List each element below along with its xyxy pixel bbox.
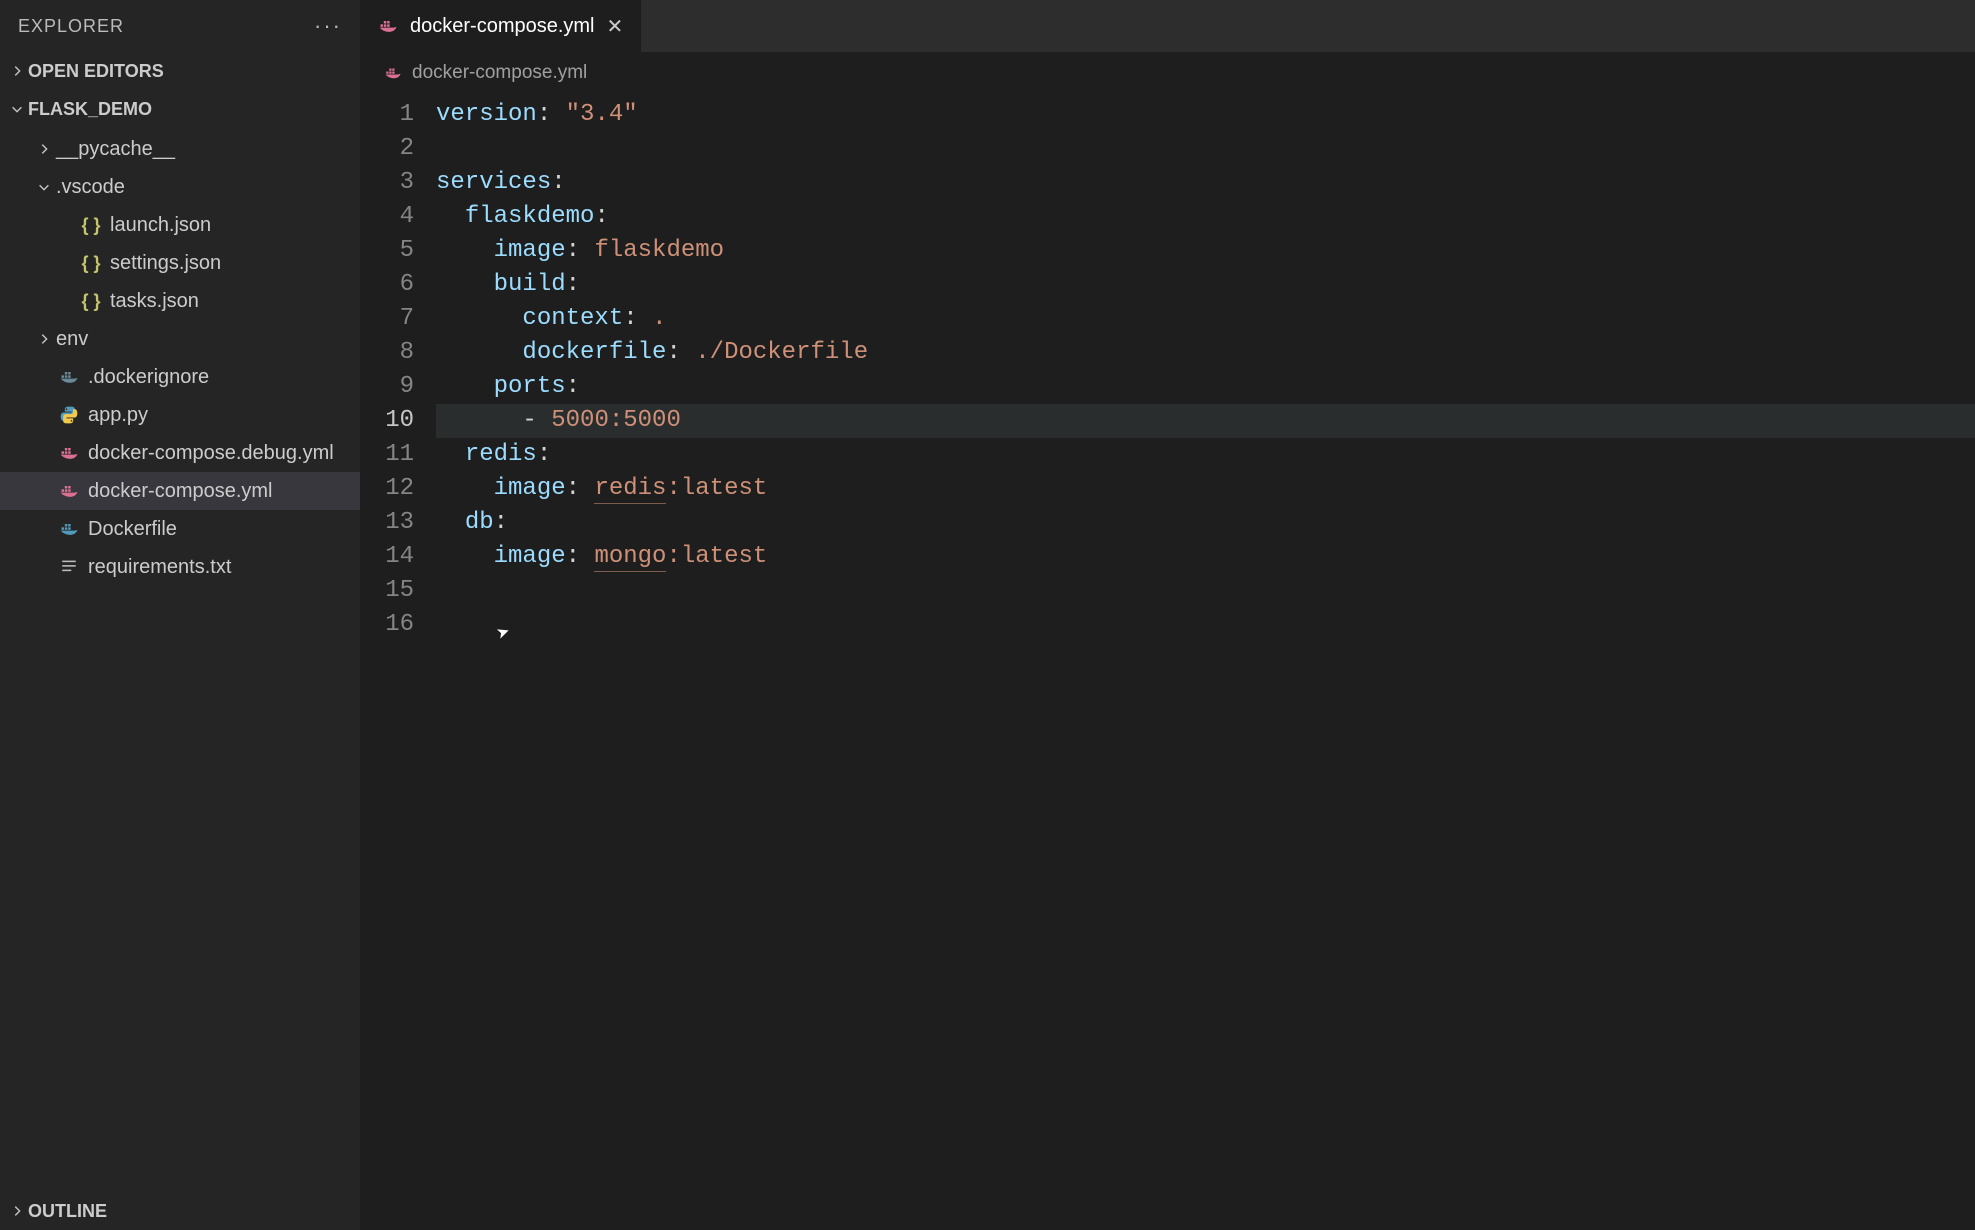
file-item[interactable]: app.py — [0, 396, 360, 434]
line-number: 7 — [360, 302, 414, 336]
code-line[interactable]: image: flaskdemo — [436, 234, 1975, 268]
chevron-right-icon — [6, 1204, 28, 1218]
tree-item-label: .dockerignore — [88, 366, 209, 389]
code-line[interactable]: - 5000:5000 — [436, 404, 1975, 438]
folder-item[interactable]: .vscode — [0, 168, 360, 206]
tree-item-label: requirements.txt — [88, 556, 231, 579]
outline-section[interactable]: OUTLINE — [0, 1192, 360, 1230]
code-line[interactable] — [436, 608, 1975, 642]
tab-docker-compose[interactable]: docker-compose.yml ✕ — [360, 0, 641, 52]
chevron-right-icon — [32, 332, 56, 346]
line-number: 2 — [360, 132, 414, 166]
code-line[interactable]: build: — [436, 268, 1975, 302]
tree-item-label: tasks.json — [110, 290, 199, 313]
code-line[interactable]: redis: — [436, 438, 1975, 472]
whale-icon — [384, 64, 402, 82]
code-editor[interactable]: 12345678910111213141516 ➤ version: "3.4"… — [360, 94, 1975, 1230]
workspace-section[interactable]: FLASK_DEMO — [0, 90, 360, 128]
whale-icon — [56, 443, 82, 463]
file-item[interactable]: Dockerfile — [0, 510, 360, 548]
line-number: 6 — [360, 268, 414, 302]
code-line[interactable]: flaskdemo: — [436, 200, 1975, 234]
app-root: EXPLORER ··· OPEN EDITORS FLASK_DEMO __p… — [0, 0, 1975, 1230]
tree-item-label: docker-compose.debug.yml — [88, 442, 334, 465]
line-number: 16 — [360, 608, 414, 642]
line-number: 13 — [360, 506, 414, 540]
docker-dim-icon — [56, 367, 82, 387]
chevron-right-icon — [6, 64, 28, 78]
python-icon — [56, 405, 82, 425]
line-number: 12 — [360, 472, 414, 506]
tab-label: docker-compose.yml — [410, 15, 595, 38]
line-number: 4 — [360, 200, 414, 234]
file-item[interactable]: .dockerignore — [0, 358, 360, 396]
line-number: 9 — [360, 370, 414, 404]
line-number: 10 — [360, 404, 414, 438]
chevron-down-icon — [6, 102, 28, 116]
file-item[interactable]: { } settings.json — [0, 244, 360, 282]
explorer-header: EXPLORER ··· — [0, 0, 360, 52]
code-line[interactable]: ports: — [436, 370, 1975, 404]
line-number: 3 — [360, 166, 414, 200]
code-content[interactable]: ➤ version: "3.4"services: flaskdemo: ima… — [436, 94, 1975, 1230]
tree-item-label: settings.json — [110, 252, 221, 275]
folder-item[interactable]: env — [0, 320, 360, 358]
tree-item-label: app.py — [88, 404, 148, 427]
whale-icon — [56, 481, 82, 501]
breadcrumb-label: docker-compose.yml — [412, 62, 587, 84]
line-number: 5 — [360, 234, 414, 268]
workspace-label: FLASK_DEMO — [28, 99, 152, 120]
tree-item-label: .vscode — [56, 176, 125, 199]
tree-item-label: Dockerfile — [88, 518, 177, 541]
tree-item-label: env — [56, 328, 88, 351]
editor-area: docker-compose.yml ✕ docker-compose.yml … — [360, 0, 1975, 1230]
code-line[interactable]: image: redis:latest — [436, 472, 1975, 506]
close-icon[interactable]: ✕ — [607, 14, 624, 39]
chevron-right-icon — [32, 142, 56, 156]
code-line[interactable] — [436, 574, 1975, 608]
line-number: 1 — [360, 98, 414, 132]
folder-item[interactable]: __pycache__ — [0, 130, 360, 168]
file-item[interactable]: requirements.txt — [0, 548, 360, 586]
text-icon — [56, 558, 82, 576]
line-number: 8 — [360, 336, 414, 370]
json-icon: { } — [78, 291, 104, 312]
code-line[interactable]: image: mongo:latest — [436, 540, 1975, 574]
code-line[interactable]: db: — [436, 506, 1975, 540]
explorer-title: EXPLORER — [18, 16, 124, 37]
file-item[interactable]: { } launch.json — [0, 206, 360, 244]
explorer-more-icon[interactable]: ··· — [314, 13, 342, 39]
whale-icon — [378, 16, 398, 36]
tree-item-label: __pycache__ — [56, 138, 175, 161]
line-number: 14 — [360, 540, 414, 574]
tree-item-label: docker-compose.yml — [88, 480, 273, 503]
file-item[interactable]: docker-compose.yml — [0, 472, 360, 510]
line-gutter: 12345678910111213141516 — [360, 94, 436, 1230]
file-item[interactable]: docker-compose.debug.yml — [0, 434, 360, 472]
breadcrumb[interactable]: docker-compose.yml — [360, 52, 1975, 94]
json-icon: { } — [78, 215, 104, 236]
open-editors-section[interactable]: OPEN EDITORS — [0, 52, 360, 90]
tree-item-label: launch.json — [110, 214, 211, 237]
code-line[interactable]: context: . — [436, 302, 1975, 336]
file-tree: __pycache__ .vscode { } launch.json { } setti… — [0, 128, 360, 1192]
code-line[interactable]: services: — [436, 166, 1975, 200]
line-number: 11 — [360, 438, 414, 472]
file-item[interactable]: { } tasks.json — [0, 282, 360, 320]
outline-label: OUTLINE — [28, 1201, 107, 1222]
json-icon: { } — [78, 253, 104, 274]
docker-icon — [56, 519, 82, 539]
code-line[interactable]: dockerfile: ./Dockerfile — [436, 336, 1975, 370]
explorer-sidebar: EXPLORER ··· OPEN EDITORS FLASK_DEMO __p… — [0, 0, 360, 1230]
open-editors-label: OPEN EDITORS — [28, 61, 164, 82]
line-number: 15 — [360, 574, 414, 608]
code-line[interactable] — [436, 132, 1975, 166]
chevron-down-icon — [32, 180, 56, 194]
code-line[interactable]: version: "3.4" — [436, 98, 1975, 132]
tab-bar: docker-compose.yml ✕ — [360, 0, 1975, 52]
